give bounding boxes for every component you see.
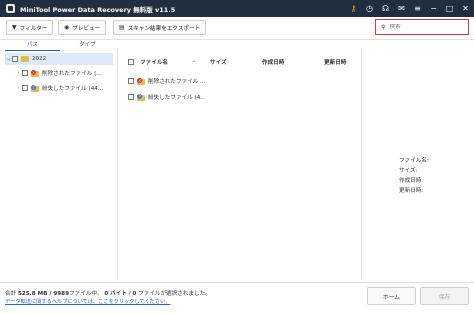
folder-icon bbox=[21, 56, 29, 62]
tree-item-2022[interactable]: ⌄ 2022 bbox=[5, 53, 113, 65]
tab-path[interactable]: パス bbox=[5, 40, 60, 51]
tree-item-label: 2022 bbox=[32, 56, 47, 62]
lost-folder-icon: ? bbox=[137, 93, 145, 101]
file-name: 紛失したファイル (4... bbox=[148, 95, 206, 101]
tree-item-lost-files[interactable]: › ? 紛失したファイル (44... bbox=[15, 82, 103, 94]
deleted-folder-icon: × bbox=[31, 69, 39, 77]
close-icon[interactable]: ✕ bbox=[461, 4, 470, 13]
tree-item-label: 紛失したファイル (44... bbox=[42, 86, 104, 92]
window-title: MiniTool Power Data Recovery 無料版 v11.5 bbox=[20, 5, 176, 14]
row-checkbox[interactable] bbox=[128, 94, 134, 100]
export-button-label: スキャン結果をエクスポート bbox=[127, 25, 201, 32]
minimize-icon[interactable]: − bbox=[429, 4, 438, 13]
preview-panel: ファイル名: サイズ: 作成日時: 更新日時: bbox=[399, 156, 469, 196]
select-all-checkbox[interactable] bbox=[128, 59, 134, 65]
tree-item-label: 削除されたファイル (... bbox=[42, 71, 102, 77]
toolbar: ▼ フィルター ◉ プレビュー ▤ スキャン結果をエクスポート ⚲ bbox=[0, 17, 474, 39]
home-button[interactable]: ホーム bbox=[367, 287, 416, 305]
bottom-divider bbox=[0, 282, 474, 283]
filter-icon: ▼ bbox=[12, 24, 17, 31]
preview-created-label: 作成日時: bbox=[399, 178, 424, 184]
chevron-right-icon[interactable]: › bbox=[15, 70, 22, 76]
preview-modified-label: 更新日時: bbox=[399, 188, 424, 194]
total-size: 525.8 MB / 9989 bbox=[17, 291, 69, 297]
column-created[interactable]: 作成日時 bbox=[262, 58, 284, 66]
selected-size: 0 バイト bbox=[104, 291, 127, 297]
preview-filename-label: ファイル名: bbox=[399, 158, 429, 164]
mail-icon[interactable]: ✉ bbox=[397, 4, 406, 13]
column-filename[interactable]: ファイル名 bbox=[140, 58, 168, 66]
view-tabs: パス タイプ bbox=[5, 40, 115, 51]
file-row[interactable]: × 削除されたファイル ... bbox=[122, 75, 205, 87]
panel-divider bbox=[117, 48, 118, 280]
title-bar: MiniTool Power Data Recovery 無料版 v11.5 ⚷… bbox=[0, 0, 474, 17]
help-link[interactable]: データ転送に関するヘルプについては、ここをクリックしてください。 bbox=[5, 298, 170, 305]
row-checkbox[interactable] bbox=[128, 78, 134, 84]
tree-checkbox[interactable] bbox=[22, 70, 28, 76]
tree-checkbox[interactable] bbox=[12, 56, 18, 62]
key-icon[interactable]: ⚷ bbox=[349, 4, 358, 13]
export-scan-results-button[interactable]: ▤ スキャン結果をエクスポート bbox=[113, 20, 207, 35]
save-button[interactable]: 保存 bbox=[420, 287, 469, 305]
search-input[interactable] bbox=[389, 24, 460, 30]
file-name: 削除されたファイル ... bbox=[148, 79, 206, 85]
tree-item-deleted-files[interactable]: › × 削除されたファイル (... bbox=[15, 67, 102, 79]
clock-icon[interactable]: ◷ bbox=[365, 4, 374, 13]
chevron-right-icon[interactable]: › bbox=[15, 85, 22, 91]
menu-icon[interactable]: ≡ bbox=[413, 4, 422, 13]
panel-divider bbox=[361, 48, 362, 280]
file-list-header: ファイル名 ⌄ サイズ 作成日時 更新日時 bbox=[122, 55, 358, 69]
column-modified[interactable]: 更新日時 bbox=[324, 58, 346, 66]
deleted-folder-icon: × bbox=[137, 77, 145, 85]
preview-size-label: サイズ: bbox=[399, 168, 418, 174]
filter-button-label: フィルター bbox=[19, 25, 48, 32]
left-panel: パス タイプ ⌄ 2022 › × 削除されたファイル (... › ? 紛失し… bbox=[5, 40, 115, 280]
tab-type[interactable]: タイプ bbox=[60, 40, 115, 51]
search-box[interactable]: ⚲ bbox=[375, 19, 469, 35]
export-icon: ▤ bbox=[119, 24, 125, 31]
eye-icon: ◉ bbox=[64, 24, 70, 31]
app-logo-icon bbox=[6, 4, 15, 13]
filter-button[interactable]: ▼ フィルター bbox=[6, 20, 54, 35]
file-row[interactable]: ? 紛失したファイル (4... bbox=[122, 91, 206, 103]
search-icon: ⚲ bbox=[381, 23, 386, 31]
lost-folder-icon: ? bbox=[31, 84, 39, 92]
column-size[interactable]: サイズ bbox=[210, 58, 227, 66]
sort-icon[interactable]: ⌄ bbox=[192, 58, 196, 64]
tree-checkbox[interactable] bbox=[22, 85, 28, 91]
preview-button[interactable]: ◉ プレビュー bbox=[58, 20, 107, 35]
chevron-down-icon[interactable]: ⌄ bbox=[5, 56, 12, 62]
headset-icon[interactable]: ☊ bbox=[381, 4, 390, 13]
title-bar-controls: ⚷ ◷ ☊ ✉ ≡ − □ ✕ bbox=[349, 0, 470, 17]
status-text: 合計 525.8 MB / 9989ファイル中、 0 バイト / 0 ファイルが… bbox=[5, 291, 211, 297]
preview-button-label: プレビュー bbox=[72, 25, 101, 32]
maximize-icon[interactable]: □ bbox=[445, 4, 454, 13]
